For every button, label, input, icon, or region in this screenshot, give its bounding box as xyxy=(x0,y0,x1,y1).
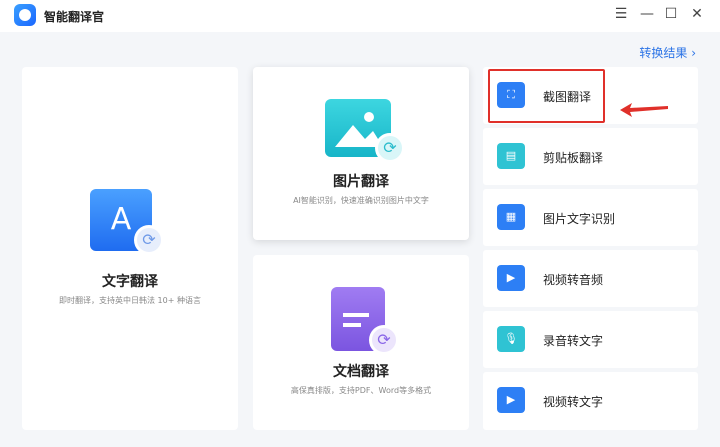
tool-label: 录音转文字 xyxy=(543,334,604,348)
card-desc: 即时翻译，支持英中日韩法 10+ 种语言 xyxy=(59,296,201,305)
recording-to-text-icon: 🎙 xyxy=(497,326,525,352)
text-translate-card[interactable]: A ⟳ 文字翻译 即时翻译，支持英中日韩法 10+ 种语言 xyxy=(22,67,238,430)
card-title: 文档翻译 xyxy=(333,364,389,380)
tool-label: 剪贴板翻译 xyxy=(543,151,604,165)
card-title: 图片翻译 xyxy=(333,174,389,190)
translate-badge-icon: ⟳ xyxy=(375,133,405,163)
tool-label: 图片文字识别 xyxy=(543,212,616,226)
video-to-audio-icon: ▶ xyxy=(497,265,525,291)
tool-recording-to-text[interactable]: 🎙 录音转文字 xyxy=(483,311,698,368)
clipboard-translate-icon: ▤ xyxy=(497,143,525,169)
conversion-results-link[interactable]: 转换结果 › xyxy=(639,44,696,61)
tool-label: 视频转文字 xyxy=(543,395,604,409)
video-to-text-icon: ▶ xyxy=(497,387,525,413)
tool-clipboard-translate[interactable]: ▤ 剪贴板翻译 xyxy=(483,128,698,185)
close-button[interactable]: ✕ xyxy=(688,6,706,22)
red-arrow-icon xyxy=(620,103,668,117)
tool-image-ocr[interactable]: ▦ 图片文字识别 xyxy=(483,189,698,246)
app-title: 智能翻译官 xyxy=(44,10,105,24)
title-bar: 智能翻译官 ☰ — ☐ ✕ xyxy=(0,0,720,32)
translate-badge-icon: ⟳ xyxy=(369,325,399,355)
card-desc: AI智能识别，快速准确识别图片中文字 xyxy=(293,196,429,205)
image-ocr-icon: ▦ xyxy=(497,204,525,230)
card-title: 文字翻译 xyxy=(102,274,158,290)
maximize-button[interactable]: ☐ xyxy=(662,6,680,22)
tool-video-to-text[interactable]: ▶ 视频转文字 xyxy=(483,372,698,430)
menu-button[interactable]: ☰ xyxy=(612,6,630,22)
translate-badge-icon: ⟳ xyxy=(134,225,164,255)
tool-label: 视频转音频 xyxy=(543,273,604,287)
minimize-button[interactable]: — xyxy=(638,6,656,22)
highlight-box xyxy=(488,69,605,123)
tool-video-to-audio[interactable]: ▶ 视频转音频 xyxy=(483,250,698,307)
card-desc: 高保真排版，支持PDF、Word等多格式 xyxy=(290,386,432,395)
document-translate-card[interactable]: ⟳ 文档翻译 高保真排版，支持PDF、Word等多格式 xyxy=(253,255,469,430)
image-translate-card[interactable]: ⟳ 图片翻译 AI智能识别，快速准确识别图片中文字 xyxy=(253,67,469,240)
app-logo-icon xyxy=(14,4,36,26)
